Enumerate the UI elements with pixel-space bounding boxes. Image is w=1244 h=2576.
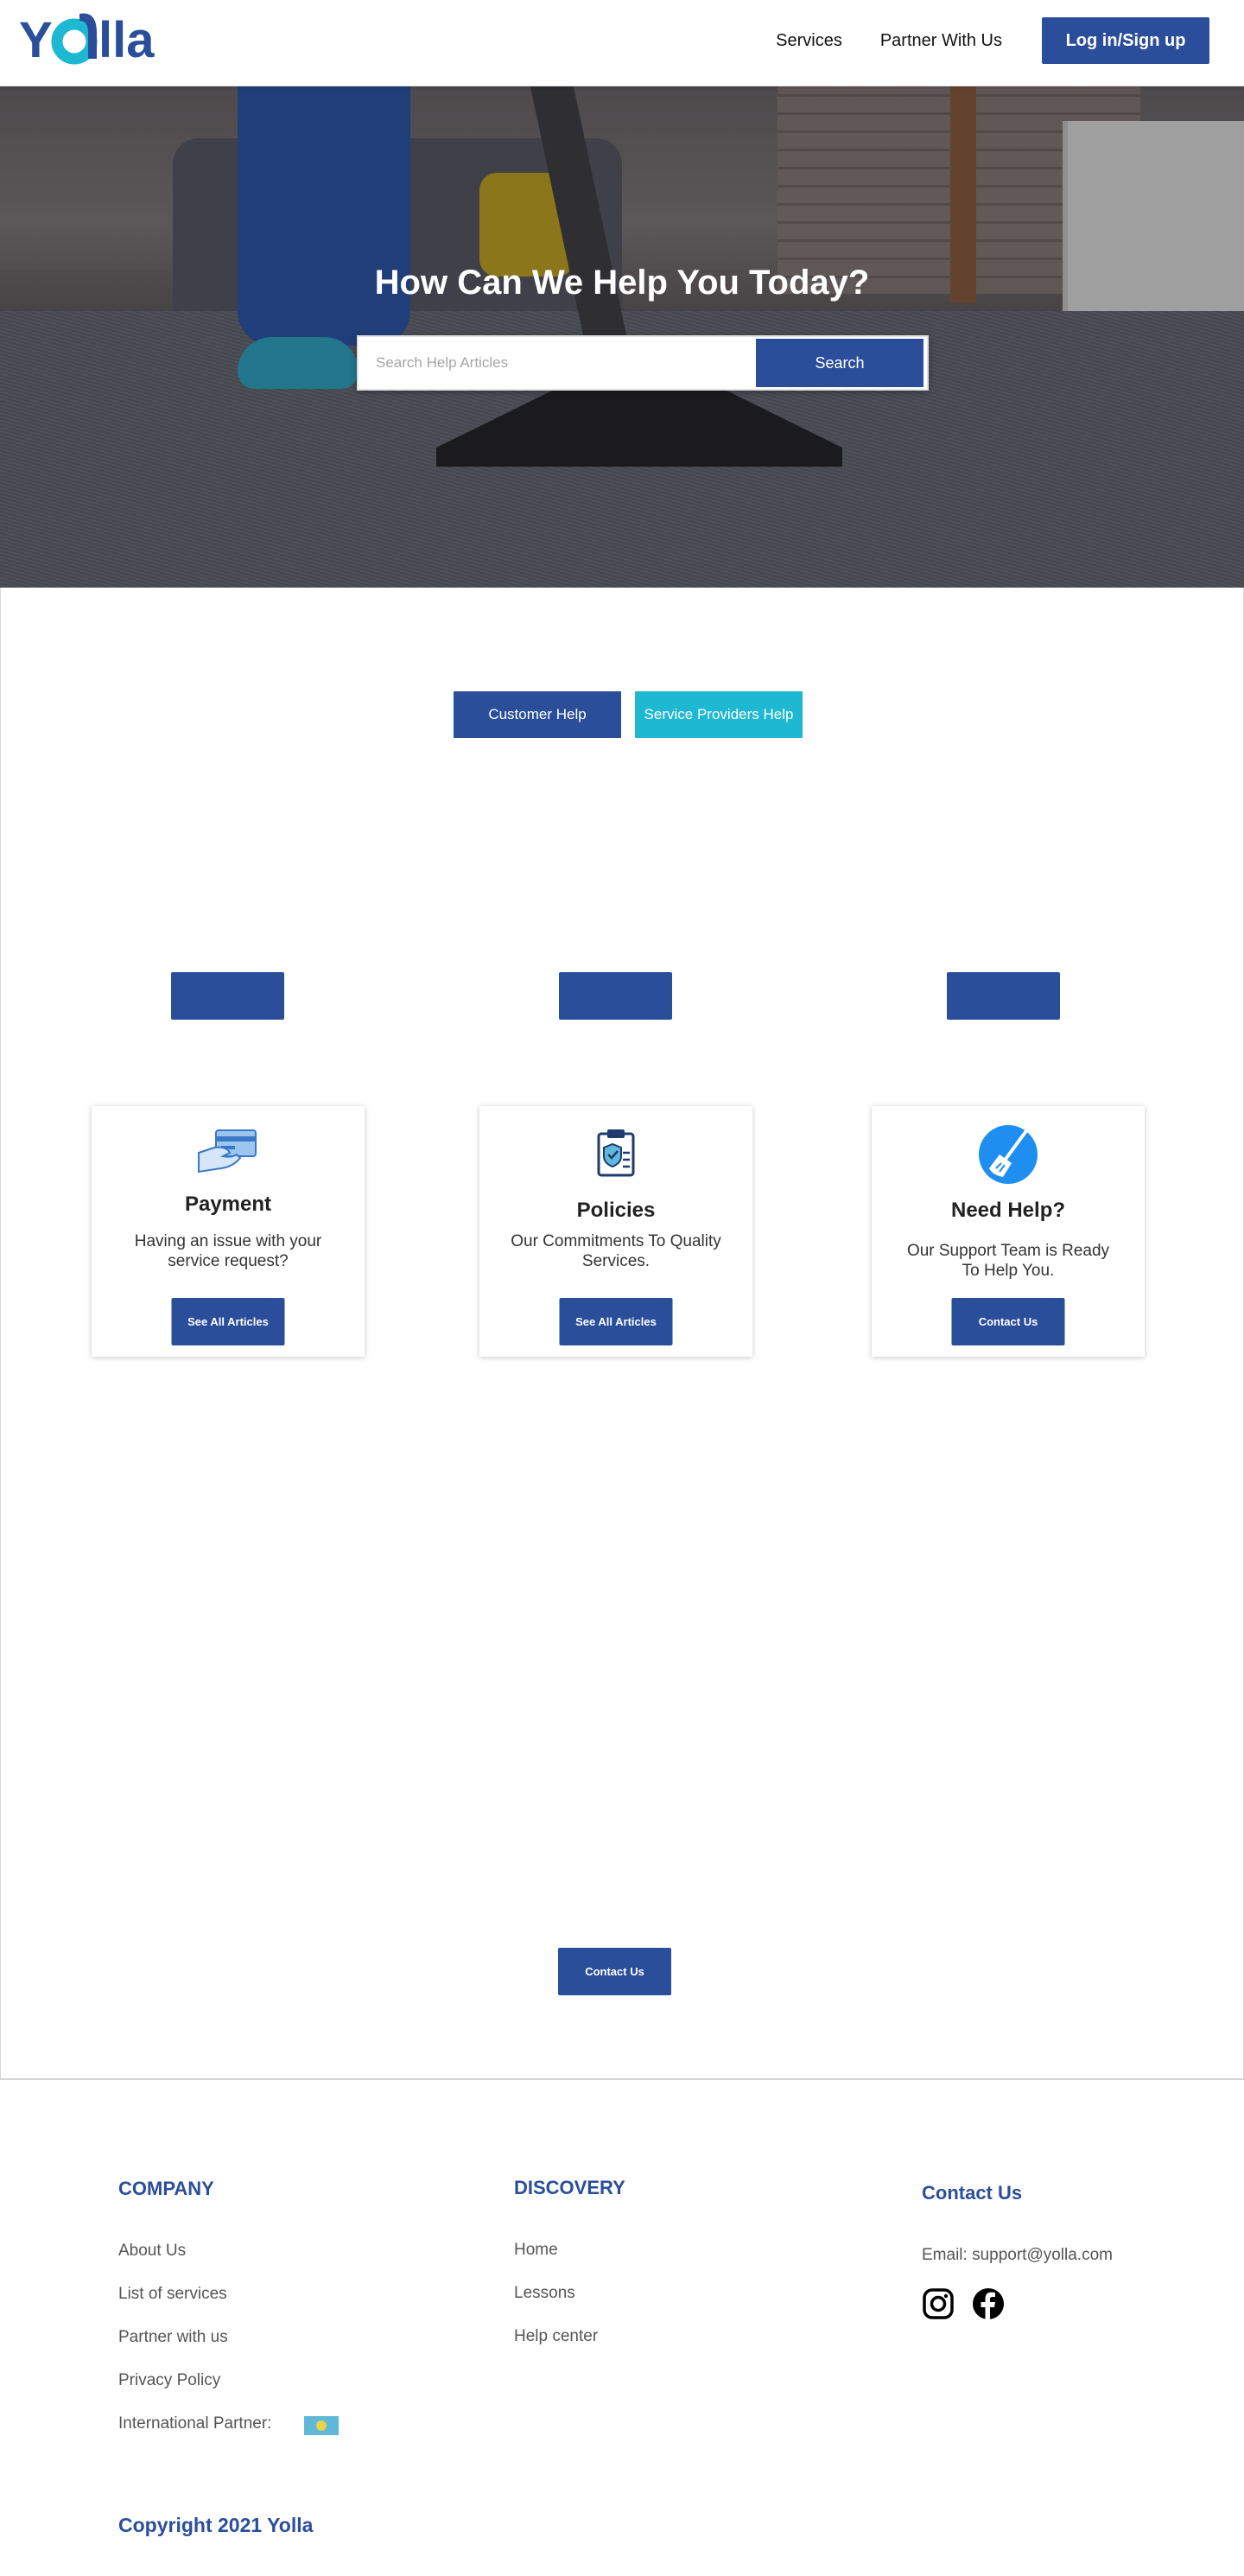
main-nav: Services Partner With Us Log in/Sign up <box>776 17 1209 64</box>
login-signup-button[interactable]: Log in/Sign up <box>1042 17 1209 64</box>
card-text: Having an issue with your service reques… <box>134 1232 322 1270</box>
search-input[interactable] <box>359 337 758 389</box>
search-box: Search <box>357 335 929 391</box>
hero-title: How Can We Help You Today? <box>374 264 870 302</box>
facebook-icon[interactable] <box>972 2287 1005 2320</box>
logo[interactable]: Y lla <box>19 7 157 69</box>
yolla-logo-icon: Y lla <box>19 12 155 68</box>
card-title: Need Help? <box>950 1199 1066 1222</box>
card-text: Our Support Team is Ready To Help You. <box>906 1242 1110 1280</box>
card-text: Our Commitments To Quality Services. <box>511 1232 721 1270</box>
contact-us-button[interactable]: Contact Us <box>558 1948 671 1995</box>
help-tabs: Customer Help Service Providers Help <box>454 691 803 738</box>
card-title: Payment <box>184 1193 272 1216</box>
instagram-icon[interactable] <box>922 2287 955 2320</box>
see-all-articles-button[interactable]: See All Articles <box>171 1298 285 1345</box>
site-footer: COMPANY About Us List of services Partne… <box>0 2078 1244 2576</box>
footer-international-partner-label: International Partner: <box>118 2414 272 2433</box>
blank-button-1[interactable] <box>171 972 284 1020</box>
card-need-help: Need Help? Our Support Team is Ready To … <box>872 1106 1145 1357</box>
hero-section: How Can We Help You Today? Search <box>0 86 1244 588</box>
contact-us-button[interactable]: Contact Us <box>951 1298 1065 1345</box>
broom-icon <box>979 1125 1038 1184</box>
footer-link-help-center[interactable]: Help center <box>514 2327 598 2346</box>
kazakhstan-flag-icon[interactable] <box>304 2416 339 2435</box>
svg-text:lla: lla <box>98 12 155 68</box>
footer-link-list-of-services[interactable]: List of services <box>118 2285 227 2304</box>
tab-customer-help[interactable]: Customer Help <box>454 691 621 738</box>
nav-services-link[interactable]: Services <box>776 31 842 51</box>
svg-text:Y: Y <box>19 12 53 68</box>
footer-company-heading: COMPANY <box>118 2178 214 2199</box>
copyright: Copyright 2021 Yolla <box>118 2514 314 2536</box>
footer-link-about-us[interactable]: About Us <box>118 2242 186 2261</box>
footer-link-home[interactable]: Home <box>514 2241 558 2260</box>
footer-link-privacy-policy[interactable]: Privacy Policy <box>118 2371 220 2390</box>
card-title: Policies <box>576 1199 656 1222</box>
search-button[interactable]: Search <box>756 339 923 387</box>
footer-email[interactable]: Email: support@yolla.com <box>922 2246 1113 2265</box>
tab-service-providers-help[interactable]: Service Providers Help <box>635 691 803 738</box>
card-payment: Payment Having an issue with your servic… <box>92 1106 365 1357</box>
card-policies: Policies Our Commitments To Quality Serv… <box>479 1106 752 1357</box>
site-header: Y lla Services Partner With Us Log in/Si… <box>0 0 1244 86</box>
footer-link-partner-with-us[interactable]: Partner with us <box>118 2328 228 2347</box>
nav-partner-link[interactable]: Partner With Us <box>880 31 1002 51</box>
credit-card-hand-icon <box>198 1129 257 1174</box>
see-all-articles-button[interactable]: See All Articles <box>559 1298 673 1345</box>
footer-link-lessons[interactable]: Lessons <box>514 2284 575 2303</box>
footer-contact-heading: Contact Us <box>922 2182 1023 2204</box>
blank-button-2[interactable] <box>559 972 672 1020</box>
clipboard-shield-icon <box>597 1129 635 1177</box>
footer-discovery-heading: DISCOVERY <box>514 2177 625 2198</box>
blank-button-3[interactable] <box>947 972 1060 1020</box>
